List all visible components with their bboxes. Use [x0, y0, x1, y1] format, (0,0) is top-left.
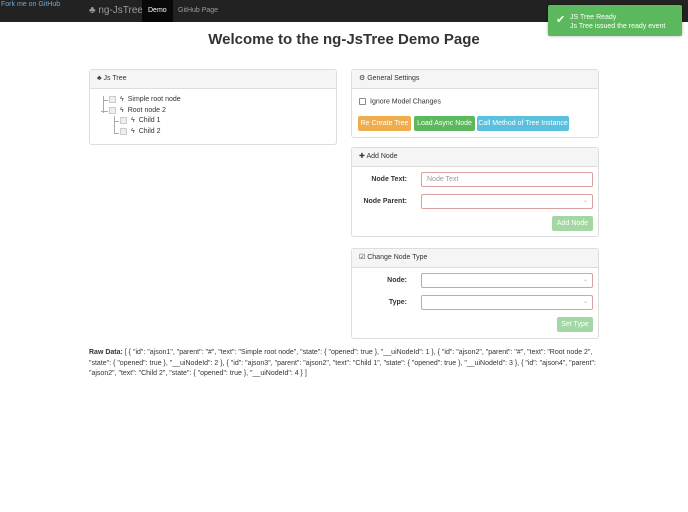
panel-title: General Settings	[367, 75, 420, 82]
set-type-button[interactable]: Set Type	[557, 317, 593, 332]
node-checkbox[interactable]	[109, 95, 116, 103]
tree-panel: ♣ Js Tree ϟ Simple root node ϟ Root node 2…	[89, 69, 337, 145]
tree-node[interactable]: ϟ Child 2	[120, 127, 161, 137]
panel-title: Js Tree	[103, 75, 127, 82]
node-text-input[interactable]: Node Text	[421, 172, 593, 187]
fork-me-link[interactable]: Fork me on GitHub	[1, 1, 60, 8]
type-select[interactable]: ⌄	[421, 295, 593, 310]
panel-title: Add Node	[366, 153, 398, 160]
node-checkbox[interactable]	[120, 127, 127, 135]
node-select[interactable]: ⌄	[421, 273, 593, 288]
call-method-button[interactable]: Call Method of Tree Instance	[477, 116, 569, 131]
node-checkbox[interactable]	[120, 116, 127, 124]
raw-data: Raw Data: [ { "id": "ajson1", "parent": …	[89, 348, 604, 380]
tree-node[interactable]: ϟ Simple root node	[109, 95, 181, 105]
chevron-down-icon: ⌄	[582, 299, 588, 305]
recreate-tree-button[interactable]: Re Create Tree	[358, 116, 411, 131]
node-label: Root node 2	[127, 107, 166, 114]
node-label: Child 1	[138, 117, 161, 124]
panel-header: ✚ Add Node	[352, 148, 598, 167]
tab-github-page[interactable]: GitHub Page	[172, 0, 224, 22]
node-label: Child 2	[138, 128, 161, 135]
brand[interactable]: ♣ ng-JsTree	[89, 5, 143, 16]
node-checkbox[interactable]	[109, 106, 116, 114]
tree-node[interactable]: ϟ Child 1	[120, 116, 161, 126]
bolt-icon: ϟ	[131, 117, 135, 124]
tree-node[interactable]: ϟ Root node 2	[109, 106, 166, 116]
checkbox-label: Ignore Model Changes	[370, 98, 441, 106]
edit-check-icon: ☑	[359, 254, 366, 261]
load-async-node-button[interactable]: Load Async Node	[414, 116, 475, 131]
plus-icon: ✚	[359, 153, 365, 160]
checkmark-icon: ✔	[556, 14, 566, 26]
node-parent-label: Node Parent:	[363, 198, 407, 205]
raw-data-label: Raw Data:	[89, 349, 123, 356]
chevron-down-icon: ⌄	[582, 277, 588, 283]
raw-data-value: [ { "id": "ajson1", "parent": "#", "text…	[89, 349, 596, 377]
page-title: Welcome to the ng-JsTree Demo Page	[208, 31, 480, 48]
bolt-icon: ϟ	[120, 96, 124, 103]
add-node-panel: ✚ Add Node Node Text: Node Text Node Par…	[351, 147, 599, 237]
type-label: Type:	[388, 299, 407, 306]
general-settings-panel: ⚙ General Settings Ignore Model Changes …	[351, 69, 599, 138]
gear-icon: ⚙	[359, 75, 366, 82]
node-label: Node:	[387, 277, 407, 284]
toast-message: Js Tree issued the ready event	[570, 23, 666, 30]
toast-title: JS Tree Ready	[570, 14, 617, 21]
tree-icon: ♣	[97, 75, 102, 82]
tree-icon: ♣	[89, 5, 96, 16]
change-node-type-panel: ☑ Change Node Type Node: ⌄ Type: ⌄ Set T…	[351, 248, 599, 339]
bolt-icon: ϟ	[131, 128, 135, 135]
panel-header: ♣ Js Tree	[90, 70, 336, 89]
panel-title: Change Node Type	[367, 254, 428, 261]
node-parent-select[interactable]: ⌄	[421, 194, 593, 209]
brand-label: ng-JsTree	[98, 5, 143, 16]
checkbox[interactable]	[359, 98, 366, 105]
bolt-icon: ϟ	[120, 107, 124, 114]
panel-header: ☑ Change Node Type	[352, 249, 598, 268]
tab-demo[interactable]: Demo	[142, 0, 173, 22]
ignore-model-changes-checkbox[interactable]: Ignore Model Changes	[359, 98, 441, 105]
node-label: Simple root node	[127, 96, 181, 103]
node-text-label: Node Text:	[371, 176, 407, 183]
chevron-down-icon: ⌄	[582, 198, 588, 204]
panel-header: ⚙ General Settings	[352, 70, 598, 89]
add-node-button[interactable]: Add Node	[552, 216, 593, 231]
